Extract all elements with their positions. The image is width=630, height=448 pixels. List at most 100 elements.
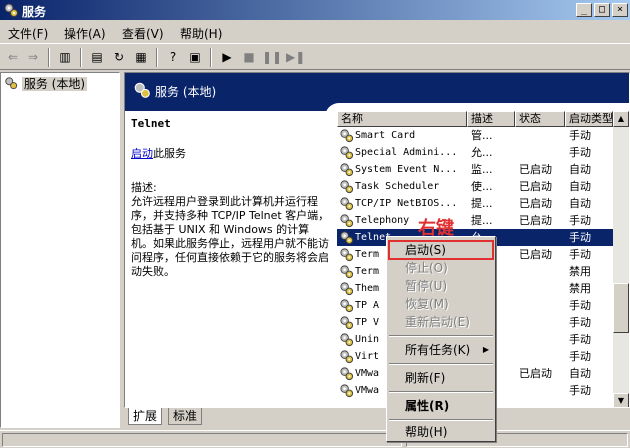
- table-row[interactable]: System Event N... 监... 已启动 自动: [337, 161, 613, 178]
- menu-separator: [389, 363, 493, 365]
- column-status[interactable]: 状态: [515, 111, 565, 127]
- start-service-link[interactable]: 启动: [131, 147, 153, 160]
- properties-icon[interactable]: ▤: [88, 48, 106, 66]
- menu-separator: [389, 335, 493, 337]
- toolbar-separator: [210, 48, 212, 67]
- cell-name: Special Admini...: [355, 147, 458, 158]
- services-gear-icon: [134, 82, 150, 98]
- selected-service-name: Telnet: [131, 117, 171, 130]
- back-icon[interactable]: ⇐: [4, 48, 22, 66]
- menu-bar: 文件(F) 操作(A) 查看(V) 帮助(H): [0, 20, 630, 43]
- service-gear-icon: [340, 282, 354, 296]
- console-icon[interactable]: ▣: [186, 48, 204, 66]
- cell-startup-type: 手动: [569, 316, 591, 329]
- column-startup-type[interactable]: 启动类型: [565, 111, 613, 127]
- cell-description: 提...: [471, 197, 493, 210]
- close-button[interactable]: ×: [612, 3, 628, 17]
- table-row[interactable]: Telephony 提... 已启动 手动: [337, 212, 613, 229]
- cell-startup-type: 自动: [569, 197, 591, 210]
- tree-item-label: 服务 (本地): [21, 77, 88, 91]
- menu-item-refresh[interactable]: 刷新(F): [389, 369, 493, 387]
- menu-item-properties[interactable]: 属性(R): [389, 397, 493, 415]
- cell-startup-type: 自动: [569, 163, 591, 176]
- service-gear-icon: [340, 299, 354, 313]
- menu-item-stop[interactable]: 停止(O): [389, 259, 493, 277]
- table-row[interactable]: TCP/IP NetBIOS... 提... 已启动 自动: [337, 195, 613, 212]
- scroll-down-arrow[interactable]: ▼: [613, 393, 629, 407]
- menu-file[interactable]: 文件(F): [8, 25, 48, 42]
- column-description[interactable]: 描述: [467, 111, 515, 127]
- cell-startup-type: 自动: [569, 367, 591, 380]
- service-gear-icon: [340, 248, 354, 262]
- cell-startup-type: 禁用: [569, 282, 591, 295]
- help-icon[interactable]: ?: [164, 48, 182, 66]
- description-text: 允许远程用户登录到此计算机并运行程序，并支持多种 TCP/IP Telnet 客…: [131, 195, 330, 278]
- menu-separator: [389, 419, 493, 421]
- window-title: 服务: [22, 5, 47, 19]
- title-bar: 服务 _ □ ×: [0, 0, 630, 20]
- cell-description: 管...: [471, 129, 493, 142]
- service-gear-icon: [340, 384, 354, 398]
- cell-startup-type: 自动: [569, 180, 591, 193]
- forward-icon[interactable]: ⇒: [24, 48, 42, 66]
- menu-view[interactable]: 查看(V): [122, 25, 164, 42]
- menu-item-start[interactable]: 启动(S): [388, 240, 494, 260]
- restart-service-icon[interactable]: ▶❚: [286, 48, 305, 66]
- maximize-button[interactable]: □: [594, 3, 610, 17]
- services-gear-icon: [5, 77, 18, 90]
- cell-startup-type: 手动: [569, 214, 591, 227]
- context-menu: 启动(S) 停止(O) 暂停(U) 恢复(M) 重新启动(E) 所有任务(K) …: [386, 236, 496, 442]
- cell-name: System Event N...: [355, 164, 458, 175]
- cell-startup-type: 手动: [569, 350, 591, 363]
- scroll-up-arrow[interactable]: ▲: [613, 111, 629, 127]
- menu-action[interactable]: 操作(A): [64, 25, 106, 42]
- cell-startup-type: 手动: [569, 248, 591, 261]
- menu-item-resume[interactable]: 恢复(M): [389, 295, 493, 313]
- tree-item-services-local[interactable]: 服务 (本地): [4, 75, 88, 92]
- start-service-icon[interactable]: ▶: [218, 48, 236, 66]
- cell-status: 已启动: [519, 248, 552, 261]
- table-header: 名称 描述 状态 启动类型: [337, 111, 613, 127]
- menu-item-restart[interactable]: 重新启动(E): [389, 313, 493, 331]
- start-link-suffix: 此服务: [153, 147, 186, 160]
- cell-startup-type: 禁用: [569, 265, 591, 278]
- cell-status: 已启动: [519, 197, 552, 210]
- tab-extended[interactable]: 扩展: [128, 408, 163, 425]
- toolbar-separator: [80, 48, 82, 67]
- service-gear-icon: [340, 231, 354, 245]
- service-gear-icon: [340, 316, 354, 330]
- cell-startup-type: 手动: [569, 129, 591, 142]
- menu-item-all-tasks[interactable]: 所有任务(K) ▶: [389, 341, 493, 359]
- cell-startup-type: 手动: [569, 384, 591, 397]
- cell-name: Task Scheduler: [355, 181, 440, 192]
- table-row[interactable]: Special Admini... 允... 手动: [337, 144, 613, 161]
- services-gear-icon: [4, 3, 18, 17]
- show-tree-icon[interactable]: ▥: [56, 48, 74, 66]
- table-row[interactable]: Task Scheduler 使... 已启动 自动: [337, 178, 613, 195]
- toolbar-separator: [156, 48, 158, 67]
- column-name[interactable]: 名称: [337, 111, 467, 127]
- cell-startup-type: 手动: [569, 146, 591, 159]
- pause-service-icon[interactable]: ❚❚: [262, 48, 282, 66]
- cell-status: 已启动: [519, 163, 552, 176]
- toolbar: ⇐ ⇒ ▥ ▤ ↻ ▦ ? ▣ ▶ ■ ❚❚ ▶❚: [0, 43, 630, 70]
- scroll-thumb[interactable]: [613, 283, 629, 333]
- tab-standard[interactable]: 标准: [168, 408, 203, 425]
- service-gear-icon: [340, 350, 354, 364]
- stop-service-icon[interactable]: ■: [240, 48, 258, 66]
- pane-title: 服务 (本地): [155, 85, 217, 99]
- service-gear-icon: [340, 146, 354, 160]
- table-row[interactable]: Smart Card 管... 手动: [337, 127, 613, 144]
- all-tasks-label: 所有任务(K): [405, 343, 471, 357]
- export-list-icon[interactable]: ▦: [132, 48, 150, 66]
- vertical-scrollbar[interactable]: ▲ ▼: [613, 111, 629, 407]
- service-gear-icon: [340, 180, 354, 194]
- menu-item-help[interactable]: 帮助(H): [389, 423, 493, 441]
- minimize-button[interactable]: _: [576, 3, 592, 17]
- cell-description: 使...: [471, 180, 493, 193]
- refresh-icon[interactable]: ↻: [110, 48, 128, 66]
- menu-help[interactable]: 帮助(H): [180, 25, 222, 42]
- menu-item-pause[interactable]: 暂停(U): [389, 277, 493, 295]
- menu-separator: [389, 391, 493, 393]
- service-gear-icon: [340, 367, 354, 381]
